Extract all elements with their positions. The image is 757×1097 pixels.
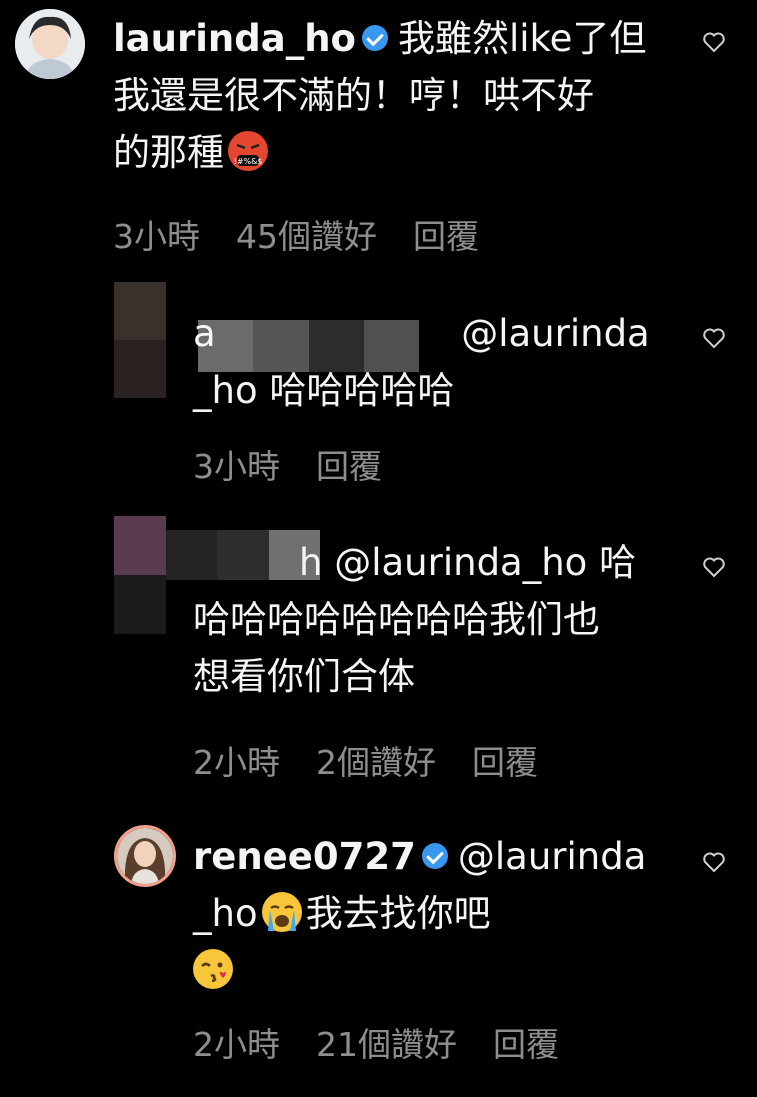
avatar-portrait-icon [15,9,85,79]
timestamp: 3小時 [193,447,280,486]
username-laurinda[interactable]: laurinda_ho [113,17,356,60]
comment-text-line: 哈哈哈哈哈哈哈哈我们也 [193,598,600,641]
comment-text: 我去找你吧 [305,892,491,935]
username-renee[interactable]: renee0727 [193,835,416,878]
avatar-blurred[interactable] [114,282,166,398]
reply-button[interactable]: 回覆 [316,447,382,486]
comment-text-line: 想看你们合体 [193,655,415,698]
likes-count[interactable]: 21個讚好 [316,1025,457,1064]
timestamp: 3小時 [113,217,200,256]
comment-meta: 2小時 2個讚好 回覆 [193,736,574,784]
reply-button[interactable]: 回覆 [493,1025,559,1064]
mention-link[interactable]: @laurinda [461,312,650,355]
mention-link[interactable]: @laurinda [458,835,647,878]
heart-icon[interactable] [702,31,726,53]
face-blowing-kiss-icon [193,948,233,989]
avatar-renee[interactable] [114,825,176,887]
likes-count[interactable]: 2個讚好 [316,743,436,782]
comment-text-line: 我還是很不滿的！哼！哄不好 [113,74,594,117]
cursing-face-icon: !#%&$ [228,130,268,171]
username-partial[interactable]: a [193,312,216,355]
comment-text-line: _ho 哈哈哈哈哈 [193,369,455,412]
mention-link[interactable]: @laurinda_ho 哈 [334,541,636,584]
svg-text:!#%&$: !#%&$ [234,157,263,166]
loudly-crying-face-icon [261,891,302,932]
verified-badge-icon [421,842,448,869]
comment-meta: 2小時 21個讚好 回覆 [193,1018,595,1066]
username-partial[interactable]: h [299,541,322,584]
comment-meta: 3小時 回覆 [193,440,418,488]
comment-meta: 3小時 45個讚好 回覆 [113,210,515,258]
likes-count[interactable]: 45個讚好 [236,217,377,256]
verified-badge-icon [361,24,388,51]
heart-icon[interactable] [702,556,726,578]
timestamp: 2小時 [193,743,280,782]
timestamp: 2小時 [193,1025,280,1064]
avatar-laurinda[interactable] [15,9,85,79]
heart-icon[interactable] [702,851,726,873]
comment-text-line: 的那種 [113,131,224,174]
reply-button[interactable]: 回覆 [413,217,479,256]
avatar-blurred[interactable] [114,516,166,634]
heart-icon[interactable] [702,327,726,349]
avatar-portrait-icon [117,828,173,884]
comment-text: 我雖然like了但 [397,17,647,60]
reply-button[interactable]: 回覆 [472,743,538,782]
mention-link[interactable]: _ho [193,892,258,935]
